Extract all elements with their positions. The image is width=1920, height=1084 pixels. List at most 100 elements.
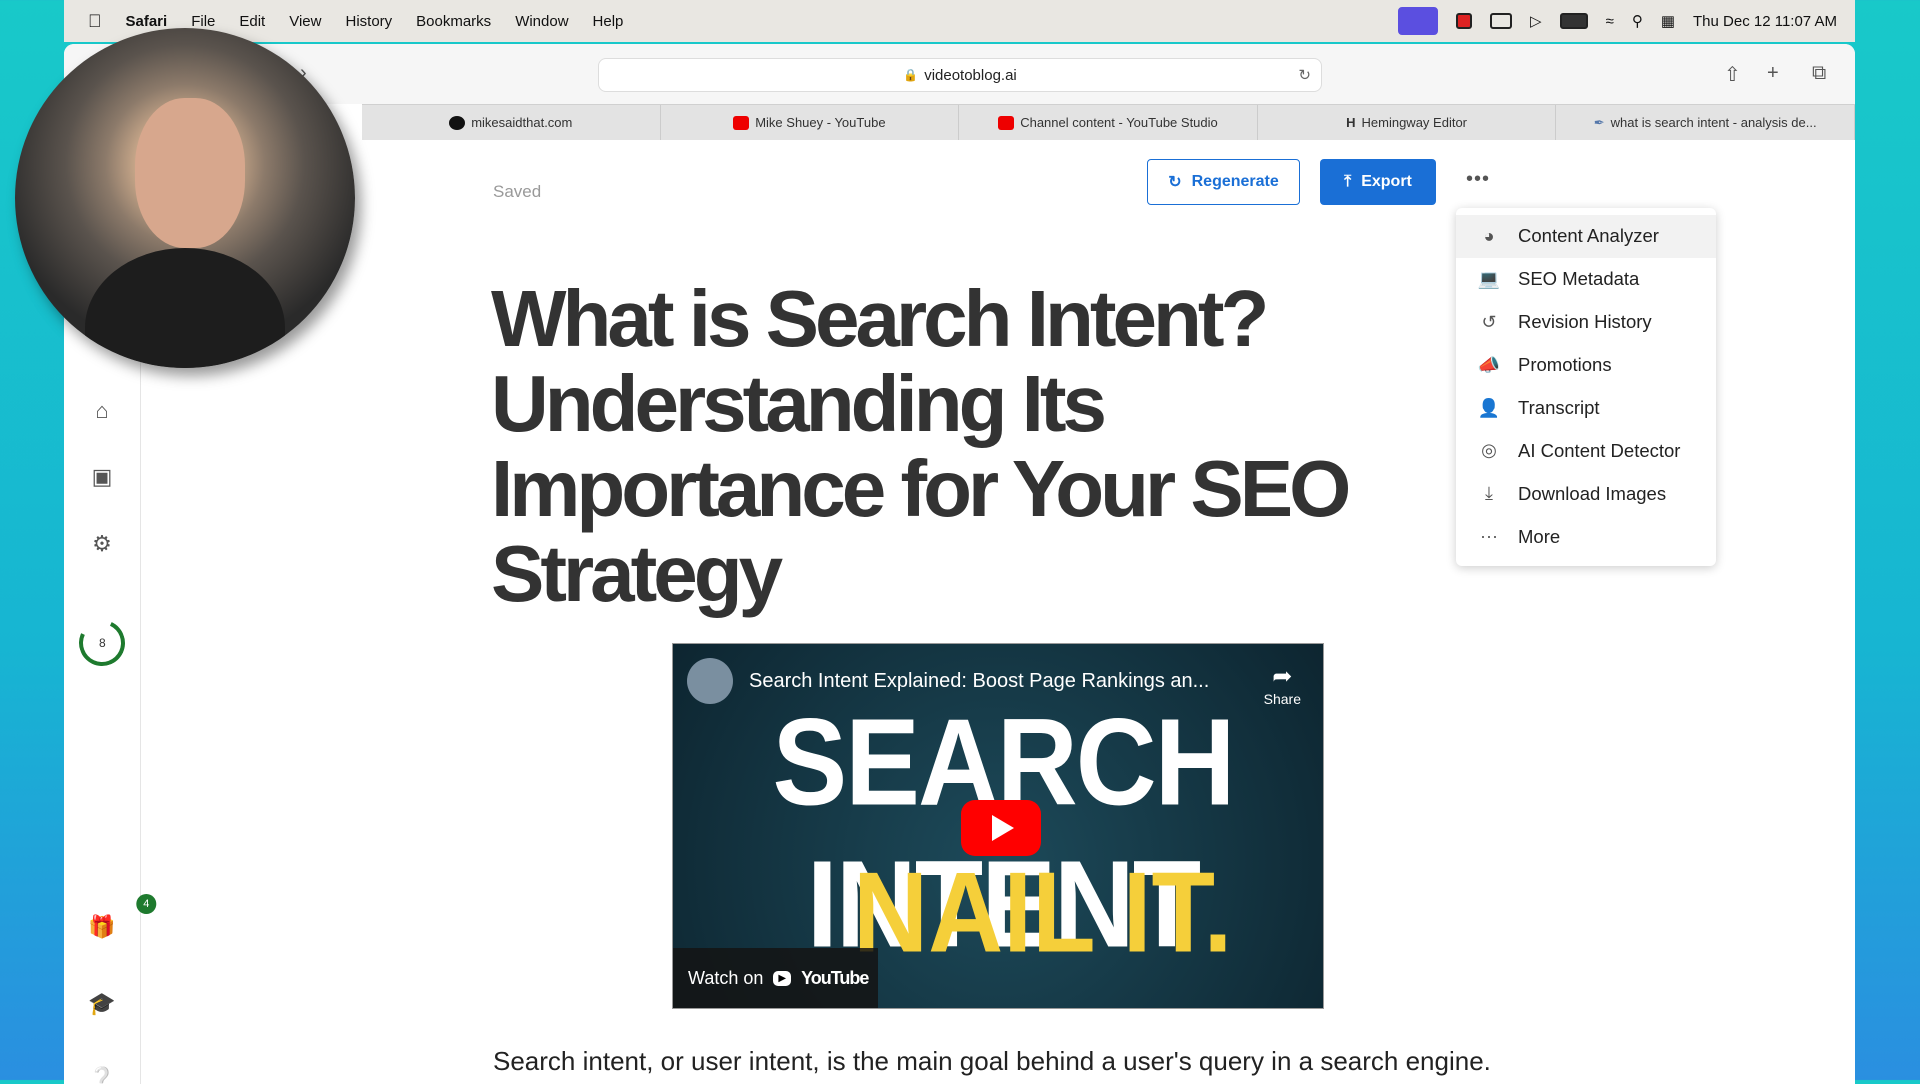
menu-item-label: Download Images <box>1518 482 1667 504</box>
menu-item-seo-metadata[interactable]: 💻 SEO Metadata <box>1456 258 1716 301</box>
menu-bookmarks[interactable]: Bookmarks <box>416 13 491 30</box>
hemingway-icon: H <box>1346 115 1356 130</box>
webcam-overlay <box>15 28 355 368</box>
export-label: Export <box>1361 173 1412 190</box>
menu-item-label: Content Analyzer <box>1518 225 1659 247</box>
menu-file[interactable]: File <box>191 13 215 30</box>
share-arrow-icon: ➦ <box>1272 663 1293 690</box>
menu-item-label: AI Content Detector <box>1518 439 1681 461</box>
regenerate-label: Regenerate <box>1191 173 1279 190</box>
play-icon[interactable]: ▷ <box>1530 12 1542 30</box>
reload-icon[interactable]: ↻ <box>1298 66 1311 84</box>
tab-hemingway[interactable]: H Hemingway Editor <box>1258 105 1557 140</box>
menu-history[interactable]: History <box>345 13 392 30</box>
menu-item-label: SEO Metadata <box>1518 268 1640 290</box>
webcam-presenter-face <box>135 98 245 248</box>
target-icon: ◎ <box>1481 440 1497 461</box>
macos-menu-bar:  Safari File Edit View History Bookmark… <box>64 0 1855 42</box>
menu-item-more[interactable]: ··· More <box>1456 515 1716 558</box>
tab-bar: mikesaidthat.com Mike Shuey - YouTube Ch… <box>362 104 1855 140</box>
youtube-icon <box>998 115 1015 130</box>
tab-youtube-channel[interactable]: Mike Shuey - YouTube <box>661 105 960 140</box>
feather-icon: ✒ <box>1593 114 1605 130</box>
menu-item-label: Transcript <box>1518 397 1600 418</box>
address-bar[interactable]: 🔒 videotoblog.ai ↻ <box>598 58 1322 92</box>
menu-item-ai-content-detector[interactable]: ◎ AI Content Detector <box>1456 429 1716 472</box>
youtube-embed[interactable]: SEARCH INTENT NAIL IT. Search Intent Exp… <box>672 643 1324 1009</box>
watch-on-label: Watch on <box>688 967 764 988</box>
article-intro[interactable]: Search intent, or user intent, is the ma… <box>493 1046 1491 1077</box>
gear-icon[interactable]: ⚙ <box>92 531 112 557</box>
screen-share-icon[interactable] <box>1398 7 1439 35</box>
menu-app-name[interactable]: Safari <box>126 13 168 30</box>
gift-badge: 4 <box>136 894 157 914</box>
ellipsis-icon: ··· <box>1480 526 1498 547</box>
site-logo-icon <box>449 115 466 130</box>
menu-item-label: More <box>1518 525 1561 547</box>
menu-item-promotions[interactable]: 📣 Promotions <box>1456 344 1716 387</box>
control-center-icon[interactable]: ▦ <box>1661 12 1675 30</box>
spotlight-search-icon[interactable]: ⚲ <box>1632 12 1643 30</box>
share-button[interactable]: ➦ Share <box>1264 662 1301 707</box>
refresh-icon: ↻ <box>1168 174 1182 191</box>
article-title[interactable]: What is Search Intent? Understanding Its… <box>491 276 1431 616</box>
tab-label: Mike Shuey - YouTube <box>755 115 886 130</box>
share-icon[interactable]: ⇧ <box>1724 62 1741 87</box>
channel-avatar[interactable] <box>687 658 733 704</box>
video-title[interactable]: Search Intent Explained: Boost Page Rank… <box>749 670 1209 693</box>
robot-icon[interactable]: ▣ <box>92 464 113 490</box>
menu-edit[interactable]: Edit <box>239 13 265 30</box>
regenerate-button[interactable]: ↻ Regenerate <box>1147 159 1300 205</box>
share-label: Share <box>1263 691 1301 707</box>
export-button[interactable]: ⤒ Export <box>1320 159 1436 205</box>
play-button[interactable] <box>961 800 1041 856</box>
tab-label: what is search intent - analysis de... <box>1610 115 1817 130</box>
speaker-person-icon: 👤 <box>1477 397 1501 418</box>
apple-icon[interactable]:  <box>88 11 102 32</box>
save-status: Saved <box>493 182 542 201</box>
youtube-icon <box>733 115 750 130</box>
laptop-search-icon: 💻 <box>1477 268 1501 289</box>
home-icon[interactable]: ⌂ <box>95 398 108 424</box>
menu-window[interactable]: Window <box>515 13 568 30</box>
gift-icon[interactable]: 🎁 4 <box>88 894 157 940</box>
menu-view[interactable]: View <box>289 13 321 30</box>
tab-mikesaidthat[interactable]: mikesaidthat.com <box>362 105 661 140</box>
credits-count: 8 <box>98 636 106 650</box>
tab-label: mikesaidthat.com <box>471 115 573 130</box>
new-tab-icon[interactable]: + <box>1767 62 1779 85</box>
menu-help[interactable]: Help <box>593 13 624 30</box>
menu-item-download-images[interactable]: ⤓ Download Images <box>1456 472 1716 515</box>
tab-label: Hemingway Editor <box>1361 115 1468 130</box>
menu-item-label: Revision History <box>1518 311 1652 333</box>
browser-toolbar: › 🔒 videotoblog.ai ↻ ⇧ + ⧉ <box>64 44 1855 104</box>
youtube-wordmark: YouTube <box>801 967 869 988</box>
tab-label: Channel content - YouTube Studio <box>1020 115 1218 130</box>
menu-item-label: Promotions <box>1518 354 1612 376</box>
menu-item-content-analyzer[interactable]: ◕ Content Analyzer <box>1456 215 1716 258</box>
help-icon[interactable]: ❔ <box>88 1066 115 1084</box>
history-icon: ↺ <box>1481 311 1497 332</box>
battery-icon[interactable] <box>1559 13 1588 29</box>
tab-youtube-studio[interactable]: Channel content - YouTube Studio <box>959 105 1258 140</box>
watch-on-youtube-button[interactable]: Watch on ▶ YouTube <box>673 948 878 1008</box>
gauge-icon: ◕ <box>1483 225 1495 246</box>
recording-icon[interactable] <box>1456 13 1473 29</box>
options-menu: ◕ Content Analyzer 💻 SEO Metadata ↺ Revisio… <box>1456 208 1716 566</box>
more-options-button[interactable]: ••• <box>1466 168 1490 191</box>
url-text: videotoblog.ai <box>924 66 1017 84</box>
camera-icon[interactable] <box>1490 13 1513 29</box>
wifi-icon[interactable]: ≈ <box>1606 13 1614 30</box>
clock[interactable]: Thu Dec 12 11:07 AM <box>1693 13 1837 30</box>
thumbnail-subheadline: NAIL IT. <box>853 849 1233 977</box>
youtube-logo-icon: ▶ <box>773 970 792 986</box>
graduation-cap-icon[interactable]: 🎓 <box>88 991 115 1017</box>
megaphone-icon: 📣 <box>1477 354 1501 375</box>
tab-search-intent[interactable]: ✒ what is search intent - analysis de... <box>1556 105 1855 140</box>
menu-item-revision-history[interactable]: ↺ Revision History <box>1456 301 1716 344</box>
menu-item-transcript[interactable]: 👤 Transcript <box>1456 387 1716 430</box>
tab-overview-icon[interactable]: ⧉ <box>1812 62 1826 85</box>
webcam-presenter-body <box>85 248 285 368</box>
upload-icon: ⤒ <box>1344 173 1352 190</box>
credits-ring[interactable]: 8 <box>72 613 132 673</box>
